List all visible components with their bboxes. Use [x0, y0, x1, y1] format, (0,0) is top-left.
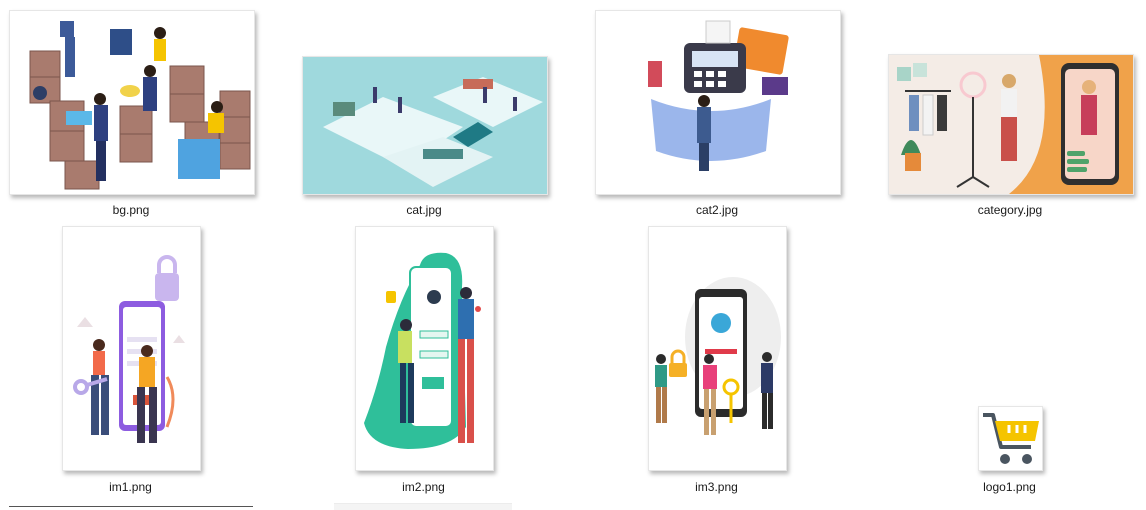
file-name-label: im2.png	[402, 480, 445, 494]
warehouse-thumbnail-icon[interactable]	[9, 10, 255, 195]
file-name-label: cat2.jpg	[695, 203, 739, 217]
phone-password-thumbnail-icon[interactable]	[648, 226, 787, 471]
fashion-livestream-thumbnail-icon[interactable]	[888, 54, 1134, 195]
isometric-store-thumbnail-icon[interactable]	[302, 56, 548, 195]
pos-terminal-thumbnail-icon[interactable]	[595, 10, 841, 195]
partial-thumbnail-top-edge	[9, 506, 253, 510]
phone-login-thumbnail-icon[interactable]	[62, 226, 201, 471]
file-name-label: category.jpg	[977, 203, 1043, 217]
file-name-label: im1.png	[109, 480, 152, 494]
file-name-label: bg.png	[112, 203, 150, 217]
phone-signin-thumbnail-icon[interactable]	[355, 226, 494, 471]
shopping-cart-logo-icon[interactable]	[978, 406, 1043, 471]
file-name-label: im3.png	[695, 480, 738, 494]
file-name-label: logo1.png	[983, 480, 1036, 494]
file-name-label: cat.jpg	[406, 203, 442, 217]
